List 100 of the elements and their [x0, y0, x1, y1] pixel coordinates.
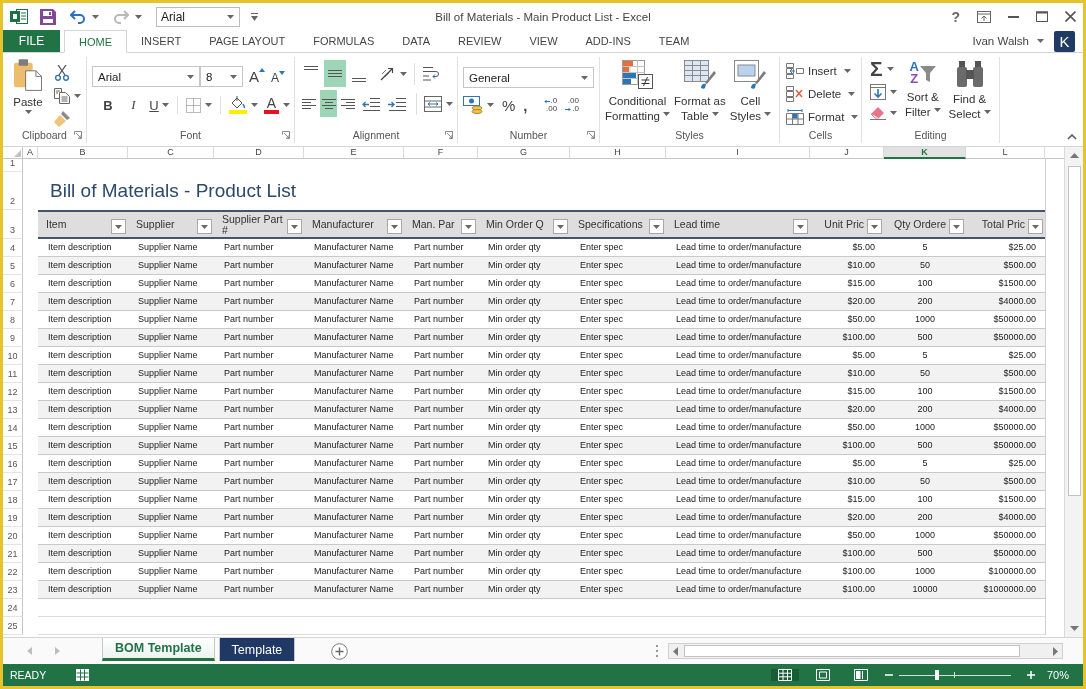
fill-button[interactable] [870, 84, 897, 100]
cell-styles-button[interactable]: Cell Styles [729, 60, 772, 126]
filter-button[interactable] [461, 219, 476, 234]
plus-circle-icon[interactable] [331, 642, 349, 660]
ribbon-tab[interactable]: VIEW [515, 30, 572, 52]
increase-indent-icon[interactable] [388, 96, 407, 111]
paste-button[interactable]: Paste [8, 59, 48, 126]
table-cell-text: Manufacturer Name [313, 547, 395, 560]
filter-button[interactable] [197, 219, 212, 234]
insert-button[interactable]: Insert [786, 61, 861, 80]
format-button[interactable]: Format [786, 107, 861, 126]
clear-button[interactable] [870, 105, 897, 120]
merge-button[interactable] [424, 95, 453, 112]
orientation-button[interactable] [380, 66, 407, 81]
table-cell-text: Enter spec [579, 259, 625, 272]
caret-icon [291, 224, 298, 229]
zoom-level[interactable]: 70% [1046, 669, 1069, 681]
down-triangle-icon[interactable] [1069, 626, 1079, 631]
corner-arrow-icon[interactable] [74, 130, 82, 139]
ribbon-tab[interactable]: DATA [388, 30, 444, 52]
bar-caret-icon[interactable] [251, 12, 258, 21]
decrease-indent-icon[interactable] [362, 96, 381, 111]
filter-button[interactable] [649, 219, 664, 234]
filter-button[interactable] [867, 219, 882, 234]
filter-button[interactable] [949, 219, 964, 234]
normal-view-button[interactable] [770, 669, 799, 681]
ribbon-tab[interactable]: PAGE LAYOUT [195, 30, 300, 52]
save-button[interactable] [40, 8, 56, 25]
comma-button[interactable]: , [523, 96, 528, 114]
minus-icon[interactable] [884, 674, 893, 676]
sort-filter-button[interactable]: A Z Sort & Filter [905, 59, 941, 126]
copy-button[interactable] [54, 88, 81, 104]
table-cell-text: Lead time to order/manufacture [675, 313, 803, 326]
corner-arrow-icon[interactable] [282, 130, 290, 139]
font-combo[interactable]: Arial [156, 6, 240, 27]
sheet-tab[interactable]: BOM Template [102, 638, 215, 661]
ribbon-tab[interactable]: TEAM [644, 30, 704, 52]
chevron-up-icon[interactable] [1067, 134, 1077, 140]
fill-color-button[interactable] [228, 96, 258, 114]
ribbon-tab[interactable]: INSERT [127, 30, 196, 52]
plus-icon[interactable] [1026, 671, 1035, 679]
undo-button[interactable] [70, 9, 99, 24]
filter-button[interactable] [793, 219, 808, 234]
ribbon-tab[interactable]: REVIEW [444, 30, 516, 52]
right-triangle-icon[interactable] [1053, 646, 1058, 656]
increase-decimal-button[interactable]: .0 .00 [543, 97, 558, 113]
font-color-button[interactable]: A [263, 96, 290, 114]
filter-button[interactable] [553, 219, 568, 234]
align-middle-button[interactable] [324, 60, 346, 87]
font-size-field[interactable]: 8 [200, 66, 243, 87]
up-triangle-icon[interactable] [1069, 153, 1079, 158]
filter-button[interactable] [387, 219, 402, 234]
scissors-icon[interactable] [54, 65, 70, 81]
close-icon[interactable] [1065, 11, 1076, 22]
table-cell-text: Part number [413, 547, 465, 560]
bold-button[interactable]: B [98, 97, 118, 113]
italic-button[interactable]: I [123, 97, 144, 113]
conditional-formatting-button[interactable]: Conditional Formatting [605, 60, 670, 126]
scrollbar-thumb[interactable] [1067, 166, 1081, 496]
align-center-button[interactable] [319, 90, 338, 117]
filter-button[interactable] [287, 219, 302, 234]
brush-icon[interactable] [54, 111, 70, 127]
table-icon[interactable] [76, 669, 90, 681]
corner-arrow-icon[interactable] [587, 130, 595, 139]
account-button[interactable]: Ivan Walsh [972, 30, 1044, 52]
font-name-field[interactable]: Arial [92, 66, 200, 87]
slider-thumb[interactable] [935, 670, 940, 680]
wrap-text-icon[interactable] [422, 66, 440, 81]
scrollbar-thumb[interactable] [684, 645, 1020, 657]
filter-button[interactable] [1028, 219, 1043, 234]
avatar[interactable]: K [1054, 30, 1075, 52]
borders-button[interactable] [185, 97, 212, 113]
underline-button[interactable]: U [149, 97, 169, 113]
vertical-scrollbar[interactable] [1064, 147, 1083, 637]
delete-button[interactable]: Delete [786, 84, 861, 103]
horizontal-scrollbar[interactable] [668, 643, 1063, 659]
lines-icon [328, 70, 342, 77]
minimize-icon[interactable] [1008, 15, 1019, 18]
table-cell-text: $100.00 [841, 331, 876, 344]
format-as-table-button[interactable]: Format as Table [673, 60, 726, 126]
table-cell-text: Manufacturer Name [313, 313, 395, 326]
find-select-button[interactable]: Find & Select [948, 59, 991, 126]
help-button[interactable]: ? [951, 8, 960, 25]
grow-font-button[interactable]: A [249, 68, 265, 85]
number-format-field[interactable]: General [463, 67, 594, 88]
filter-button[interactable] [111, 219, 126, 234]
currency-button[interactable] [463, 96, 494, 114]
sheet-tab[interactable]: Template [218, 638, 296, 661]
ribbon-tab[interactable]: ADD-INS [571, 30, 645, 52]
file-tab[interactable]: FILE [3, 30, 60, 52]
row-number: 9 [3, 329, 23, 347]
percent-button[interactable]: % [502, 96, 516, 114]
autosum-button[interactable]: Σ [870, 59, 897, 79]
corner-arrow-icon[interactable] [445, 130, 453, 139]
left-triangle-icon[interactable] [673, 646, 678, 656]
decrease-decimal-button[interactable]: .00 .0 [565, 97, 579, 113]
ribbon-tab[interactable]: FORMULAS [299, 30, 389, 52]
ribbon-tab[interactable]: HOME [64, 30, 127, 53]
shrink-font-button[interactable]: A [271, 68, 286, 85]
maximize-icon[interactable] [1036, 11, 1048, 22]
